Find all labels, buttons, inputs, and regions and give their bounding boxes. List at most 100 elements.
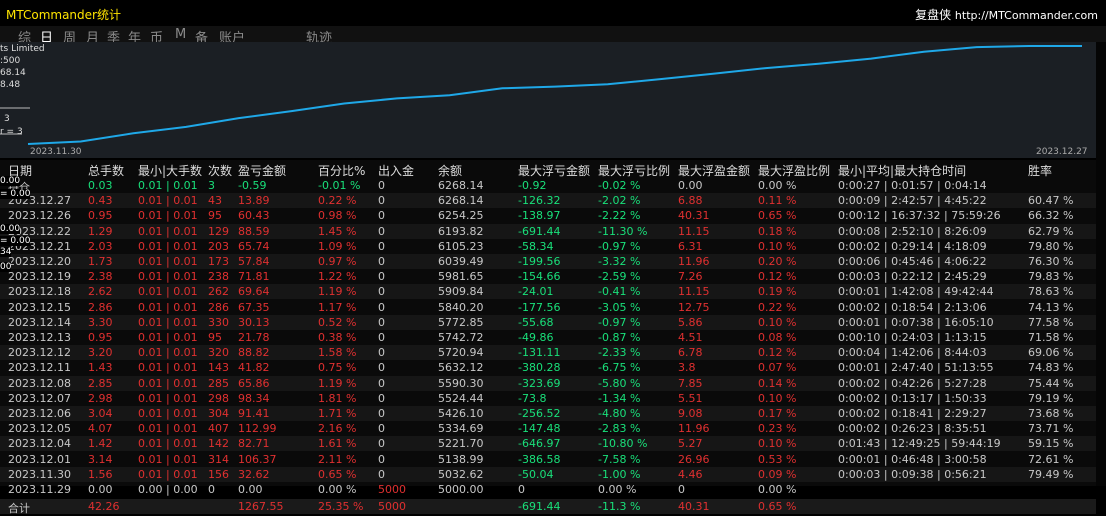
table-cell: 65.86 — [238, 376, 270, 390]
table-row[interactable]: 2023.12.01 3.14 0.01 | 0.01 314 106.37 2.11 %… — [0, 452, 1096, 467]
column-header[interactable]: 最小|平均|最大持仓时间 — [838, 162, 966, 179]
table-cell: 6268.14 — [438, 194, 484, 208]
table-cell: 262 — [208, 285, 229, 299]
table-cell: 2.16 % — [318, 422, 357, 436]
table-cell: 173 — [208, 255, 229, 268]
column-header[interactable]: 次数 — [208, 162, 232, 179]
table-cell: 3.20 — [88, 346, 113, 360]
table-cell: -0.97 % — [598, 315, 641, 329]
table-row[interactable]: 2023.12.20 1.73 0.01 | 0.01 173 57.84 0.97 % 0… — [0, 254, 1096, 269]
table-cell: -2.33 % — [598, 346, 641, 360]
table-cell: 2023.12.26 — [8, 209, 71, 223]
column-header[interactable]: 最大浮盈金额 — [678, 162, 750, 179]
table-cell: 2023.12.11 — [8, 361, 71, 375]
table-cell: 4.07 — [88, 422, 113, 436]
table-cell: 2023.12.20 — [8, 255, 71, 268]
total-cell: 40.31 — [678, 500, 710, 514]
left-artifact-label: = 0.00 — [0, 189, 31, 199]
table-cell: -177.56 — [518, 300, 561, 314]
table-cell: 5590.30 — [438, 376, 484, 390]
table-cell: 129 — [208, 224, 229, 238]
table-row[interactable]: 2023.12.13 0.95 0.01 | 0.01 95 21.78 0.38 % 0 5… — [0, 330, 1096, 345]
table-cell: 79.83 % — [1028, 270, 1074, 284]
table-row[interactable]: 2023.12.05 4.07 0.01 | 0.01 407 112.99 2.16 %… — [0, 421, 1096, 436]
table-row[interactable]: 2023.12.08 2.85 0.01 | 0.01 285 65.86 1.19 % 0… — [0, 375, 1096, 391]
table-cell: 285 — [208, 376, 229, 390]
table-cell: 1.58 % — [318, 346, 357, 360]
table-row[interactable]: 2023.12.11 1.43 0.01 | 0.01 143 41.82 0.75 % 0… — [0, 360, 1096, 375]
table-row[interactable]: 2023.12.26 0.95 0.01 | 0.01 95 60.43 0.98 % 0 6… — [0, 208, 1096, 223]
brand-url[interactable]: http://MTCommander.com — [955, 9, 1098, 22]
table-cell: 0:00:01 | 0:07:38 | 16:05:10 — [838, 315, 994, 329]
table-cell: 5742.72 — [438, 331, 484, 344]
table-row[interactable]: 2023.12.18 2.62 0.01 | 0.01 262 69.64 1.19 % 0… — [0, 284, 1096, 300]
table-cell: 0.00 % — [318, 483, 357, 496]
column-header[interactable]: 总手数 — [88, 162, 124, 179]
table-cell: 0.01 | 0.01 — [138, 315, 198, 329]
table-row[interactable]: 2023.12.06 3.04 0.01 | 0.01 304 91.41 1.71 % 0… — [0, 406, 1096, 421]
table-cell: 0 — [678, 483, 685, 496]
table-cell: 57.84 — [238, 255, 270, 268]
table-cell: 0 — [378, 331, 385, 344]
table-cell: 0.01 | 0.01 — [138, 422, 198, 436]
column-header[interactable]: 盈亏金额 — [238, 162, 286, 179]
column-header[interactable]: 胜率 — [1028, 162, 1052, 179]
total-cell: 合计 — [8, 502, 30, 516]
vertical-scrollbar[interactable] — [1096, 42, 1106, 486]
table-cell: 0.10 % — [758, 315, 797, 329]
table-cell: 41.82 — [238, 361, 270, 375]
table-cell: 0:00:02 | 0:18:54 | 2:13:06 — [838, 300, 987, 314]
table-cell: 0.18 % — [758, 224, 797, 238]
column-header[interactable]: 最小|大手数 — [138, 162, 202, 179]
table-row[interactable]: 2023.12.27 0.43 0.01 | 0.01 43 13.89 0.22 % 0 6… — [0, 193, 1096, 209]
table-row[interactable]: 2023.12.12 3.20 0.01 | 0.01 320 88.82 1.58 % 0… — [0, 345, 1096, 361]
table-row[interactable]: 2023.12.21 2.03 0.01 | 0.01 203 65.74 1.09 % 0… — [0, 239, 1096, 254]
table-cell: 74.13 % — [1028, 300, 1074, 314]
column-header[interactable]: 余额 — [438, 162, 462, 179]
tab-7[interactable]: M — [175, 27, 186, 42]
table-cell: 71.58 % — [1028, 331, 1074, 344]
table-row[interactable]: 2023.12.19 2.38 0.01 | 0.01 238 71.81 1.22 % 0… — [0, 269, 1096, 284]
table-row[interactable]: 2023.11.29 0.00 0.00 | 0.00 0 0.00 0.00 % 5000… — [0, 482, 1096, 497]
table-cell: -147.48 — [518, 422, 561, 436]
table-cell: 0.08 % — [758, 331, 797, 344]
table-cell: 0:00:01 | 0:46:48 | 3:00:58 — [838, 452, 987, 466]
table-cell: 11.15 — [678, 285, 710, 299]
table-cell: 0 — [378, 239, 385, 253]
column-header[interactable]: 最大浮亏比例 — [598, 162, 670, 179]
table-cell: 5720.94 — [438, 346, 484, 360]
table-cell: 60.47 % — [1028, 194, 1074, 208]
table-row[interactable]: 持仓 0.03 0.01 | 0.01 3 -0.59 -0.01 % 0 6268.14 -0… — [0, 178, 1096, 194]
total-cell: 25.35 % — [318, 500, 364, 514]
table-row[interactable]: 2023.12.22 1.29 0.01 | 0.01 129 88.59 1.45 % 0… — [0, 223, 1096, 239]
table-cell: 0 — [378, 194, 385, 208]
table-cell: 2.85 — [88, 376, 113, 390]
column-header[interactable]: 出入金 — [378, 162, 414, 179]
table-header: 日期 总手数 最小|大手数 次数 盈亏金额 百分比% 出入金 余额 最大浮亏金额 最大浮亏比例 最大… — [0, 162, 1096, 179]
table-cell: 0.01 | 0.01 — [138, 270, 198, 284]
table-cell: 6254.25 — [438, 209, 484, 223]
table-cell: 0:00:03 | 0:09:38 | 0:56:21 — [838, 467, 987, 481]
left-artifact-label: 0.00 — [0, 224, 21, 234]
table-cell: 0:00:27 | 0:01:57 | 0:04:14 — [838, 179, 987, 192]
table-cell: 2023.12.06 — [8, 407, 71, 420]
overlay-value-1: 68.14 — [0, 68, 26, 78]
column-header[interactable]: 最大浮亏金额 — [518, 162, 590, 179]
overlay-value-3: 3 — [4, 114, 10, 124]
table-cell: 79.19 % — [1028, 391, 1074, 405]
table-row[interactable]: 2023.12.07 2.98 0.01 | 0.01 298 98.34 1.81 % 0… — [0, 391, 1096, 406]
table-cell: 2023.12.08 — [8, 376, 71, 390]
table-cell: 407 — [208, 422, 229, 436]
table-row[interactable]: 2023.12.15 2.86 0.01 | 0.01 286 67.35 1.17 % 0… — [0, 300, 1096, 315]
column-header[interactable]: 百分比% — [318, 162, 365, 179]
account-name: ts Limited — [0, 44, 45, 54]
table-cell: 5.51 — [678, 391, 703, 405]
table-cell: 0.09 % — [758, 467, 797, 481]
table-cell: 0 — [378, 422, 385, 436]
table-row[interactable]: 2023.12.14 3.30 0.01 | 0.01 330 30.13 0.52 % 0… — [0, 314, 1096, 330]
table-cell: 0.19 % — [758, 285, 797, 299]
table-row[interactable]: 2023.12.04 1.42 0.01 | 0.01 142 82.71 1.61 % 0… — [0, 436, 1096, 452]
column-header[interactable]: 最大浮盈比例 — [758, 162, 830, 179]
brand[interactable]: 复盘侠 http://MTCommander.com — [915, 6, 1098, 23]
table-row[interactable]: 2023.11.30 1.56 0.01 | 0.01 156 32.62 0.65 % 0… — [0, 466, 1096, 482]
